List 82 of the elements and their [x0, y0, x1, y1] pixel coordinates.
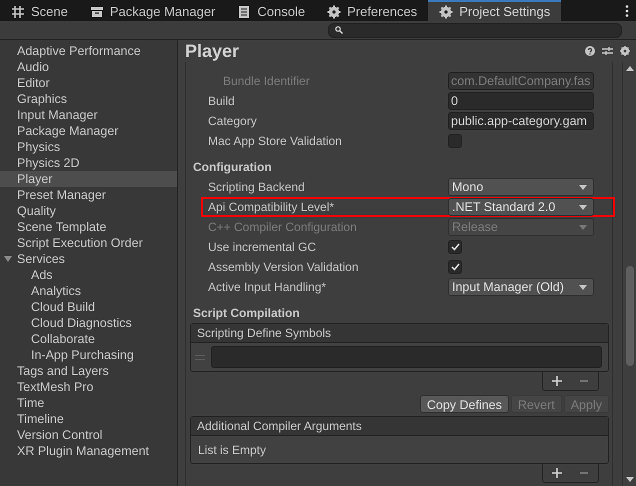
- sidebar-item[interactable]: Services: [0, 251, 177, 267]
- sidebar-item[interactable]: Collaborate: [0, 331, 177, 347]
- sidebar-item[interactable]: Audio: [0, 59, 177, 75]
- sidebar-item[interactable]: Adaptive Performance: [0, 43, 177, 59]
- field-label: Scripting Backend: [208, 179, 306, 196]
- add-icon[interactable]: [552, 468, 562, 478]
- add-icon[interactable]: [552, 376, 562, 386]
- dropdown[interactable]: Input Manager (Old): [448, 278, 594, 296]
- sidebar-item[interactable]: In-App Purchasing: [0, 347, 177, 363]
- sidebar-item[interactable]: Tags and Layers: [0, 363, 177, 379]
- list-header: Scripting Define Symbols: [191, 324, 608, 343]
- sidebar-item[interactable]: Cloud Build: [0, 299, 177, 315]
- search-icon: [335, 26, 343, 34]
- tab[interactable]: Preferences: [316, 0, 428, 21]
- checkbox[interactable]: [448, 260, 462, 274]
- grid-icon: [11, 4, 25, 18]
- console-icon: [237, 4, 252, 18]
- sidebar-item[interactable]: Timeline: [0, 411, 177, 427]
- scroll-up-icon[interactable]: [626, 66, 634, 71]
- scrollbar[interactable]: [622, 62, 636, 486]
- input-field[interactable]: [211, 346, 602, 368]
- field-label: Category: [208, 113, 258, 130]
- sidebar-item[interactable]: Physics: [0, 139, 177, 155]
- empty-list-text: List is Empty: [197, 442, 268, 458]
- sliders-icon[interactable]: [602, 46, 613, 56]
- text-field[interactable]: public.app-category.gam: [448, 112, 594, 130]
- field-label: Assembly Version Validation: [208, 259, 360, 276]
- expanded-triangle-icon[interactable]: [4, 255, 12, 263]
- checkbox[interactable]: [448, 134, 462, 148]
- tab[interactable]: Console: [226, 0, 316, 21]
- sidebar-item[interactable]: Physics 2D: [0, 155, 177, 171]
- tab[interactable]: Project Settings: [428, 0, 562, 21]
- tab[interactable]: Package Manager: [78, 0, 226, 21]
- field-label: Active Input Handling*: [208, 279, 328, 296]
- field-label: Use incremental GC: [208, 239, 318, 256]
- gear-icon: [439, 4, 454, 18]
- check-icon: [450, 263, 460, 271]
- field-label: C++ Compiler Configuration: [208, 219, 358, 236]
- search-field[interactable]: [328, 22, 622, 38]
- page-title: Player: [185, 40, 240, 63]
- sidebar-item[interactable]: Editor: [0, 75, 177, 91]
- dropdown-arrow-icon: [579, 184, 587, 190]
- sidebar-item[interactable]: Version Control: [0, 427, 177, 443]
- sidebar-item[interactable]: XR Plugin Management: [0, 443, 177, 459]
- dropdown[interactable]: .NET Standard 2.0: [448, 198, 594, 216]
- sidebar-item[interactable]: Graphics: [0, 91, 177, 107]
- text-field: com.DefaultCompany.fas: [448, 72, 594, 90]
- sidebar-item[interactable]: Input Manager: [0, 107, 177, 123]
- sidebar-item[interactable]: Preset Manager: [0, 187, 177, 203]
- help-icon[interactable]: [585, 46, 595, 56]
- sidebar-item[interactable]: Player: [0, 171, 177, 187]
- sidebar-item[interactable]: Quality: [0, 203, 177, 219]
- field-label: Bundle Identifier: [222, 73, 311, 90]
- scroll-thumb[interactable]: [626, 266, 634, 366]
- scroll-down-icon[interactable]: [626, 477, 634, 482]
- sidebar-item[interactable]: Analytics: [0, 283, 177, 299]
- sidebar-item[interactable]: Cloud Diagnostics: [0, 315, 177, 331]
- field-label: Api Compatibility Level*: [208, 199, 336, 216]
- sidebar-item[interactable]: Ads: [0, 267, 177, 283]
- sidebar-item[interactable]: Scene Template: [0, 219, 177, 235]
- dropdown[interactable]: Mono: [448, 178, 594, 196]
- list-header: Additional Compiler Arguments: [191, 417, 608, 436]
- text-field[interactable]: 0: [448, 92, 594, 110]
- section-header: Configuration: [192, 159, 273, 176]
- sidebar-item[interactable]: Time: [0, 395, 177, 411]
- tab[interactable]: Scene: [0, 0, 79, 21]
- dropdown-arrow-icon: [579, 204, 587, 210]
- package-icon: [90, 4, 104, 18]
- settings-icon[interactable]: [620, 46, 630, 56]
- dropdown-arrow-icon: [579, 224, 587, 230]
- drag-handle-icon: [195, 354, 205, 360]
- dropdown-arrow-icon: [579, 284, 587, 290]
- field-label: Mac App Store Validation: [208, 133, 343, 150]
- gear-icon: [327, 4, 342, 18]
- section-header: Script Compilation: [192, 305, 301, 322]
- check-icon: [450, 243, 460, 251]
- define-button[interactable]: Copy Defines: [420, 395, 509, 413]
- sidebar-item[interactable]: Package Manager: [0, 123, 177, 139]
- sidebar-item[interactable]: TextMesh Pro: [0, 379, 177, 395]
- sidebar-item[interactable]: Script Execution Order: [0, 235, 177, 251]
- checkbox[interactable]: [448, 240, 462, 254]
- field-label: Build: [208, 93, 236, 110]
